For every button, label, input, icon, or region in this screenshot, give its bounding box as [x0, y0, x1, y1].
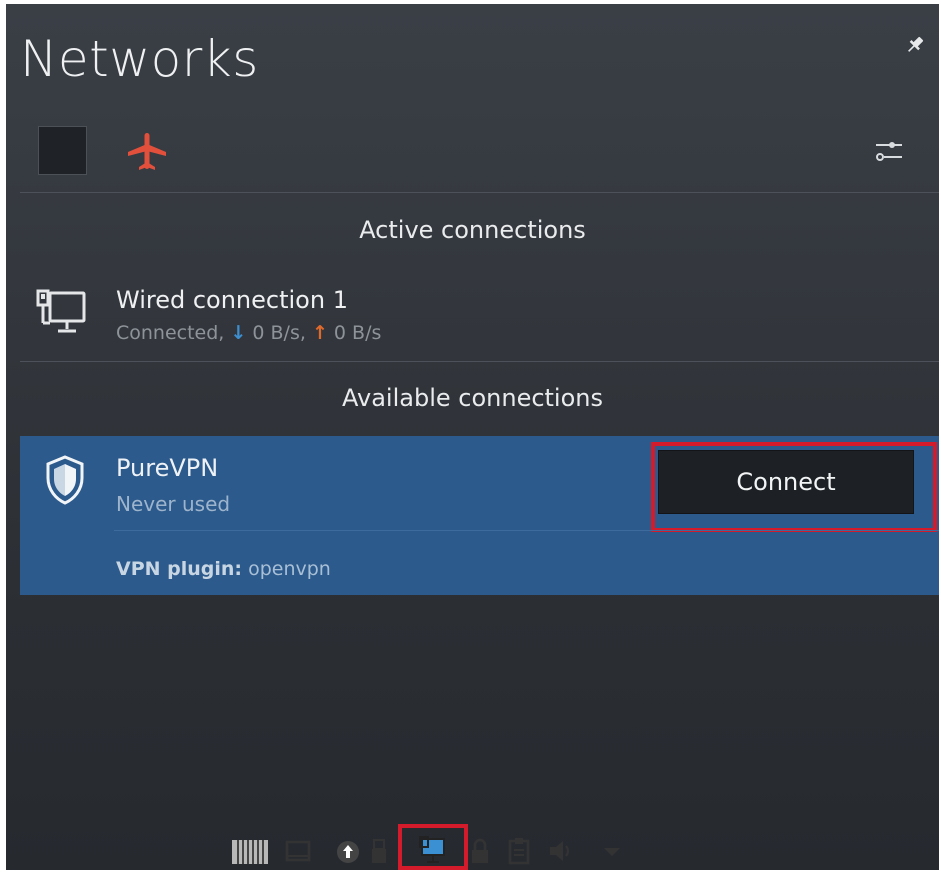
available-connections-header: Available connections — [342, 384, 603, 412]
wired-connection-name[interactable]: Wired connection 1 — [116, 286, 348, 314]
toolbar-divider — [20, 192, 939, 193]
updates-icon[interactable] — [334, 836, 362, 866]
download-arrow-icon: ↓ — [230, 322, 247, 344]
wifi-enable-checkbox[interactable] — [38, 126, 87, 175]
wired-network-icon — [36, 289, 86, 333]
upload-rate: 0 B/s — [333, 322, 382, 344]
connect-button[interactable]: Connect — [658, 450, 914, 514]
connection-state: Connected, — [116, 322, 225, 344]
keyboard-layout-icon[interactable] — [230, 836, 270, 866]
wired-connection-status: Connected, ↓ 0 B/s, ↑ 0 B/s — [116, 322, 381, 344]
clipboard-icon[interactable] — [506, 836, 532, 866]
network-tray-highlight — [398, 824, 468, 870]
vpn-connection-item[interactable]: PureVPN Never used Connect VPN plugin: o… — [20, 436, 939, 595]
vpn-connection-name: PureVPN — [116, 454, 219, 482]
vpn-connection-status: Never used — [116, 492, 231, 516]
lock-icon[interactable] — [468, 836, 492, 866]
vpn-plugin-info: VPN plugin: openvpn — [116, 558, 331, 580]
section-divider — [20, 361, 939, 362]
vpn-plugin-value: openvpn — [248, 558, 331, 580]
usb-device-icon[interactable] — [368, 836, 390, 866]
volume-icon[interactable] — [546, 836, 576, 866]
upload-arrow-icon: ↑ — [311, 322, 328, 344]
active-connections-header: Active connections — [359, 216, 586, 244]
download-rate: 0 B/s, — [252, 322, 306, 344]
vpn-shield-icon — [46, 455, 84, 505]
expand-tray-icon[interactable] — [600, 836, 624, 866]
display-icon[interactable] — [284, 836, 312, 866]
page-title: Networks — [20, 30, 259, 88]
network-settings-icon[interactable] — [872, 138, 906, 164]
pin-icon[interactable] — [904, 34, 926, 56]
vpn-details-divider — [114, 530, 939, 531]
networks-panel: Networks Active connections Wired connec… — [6, 4, 939, 870]
vpn-plugin-label: VPN plugin: — [116, 558, 243, 580]
airplane-mode-icon[interactable] — [126, 130, 168, 172]
